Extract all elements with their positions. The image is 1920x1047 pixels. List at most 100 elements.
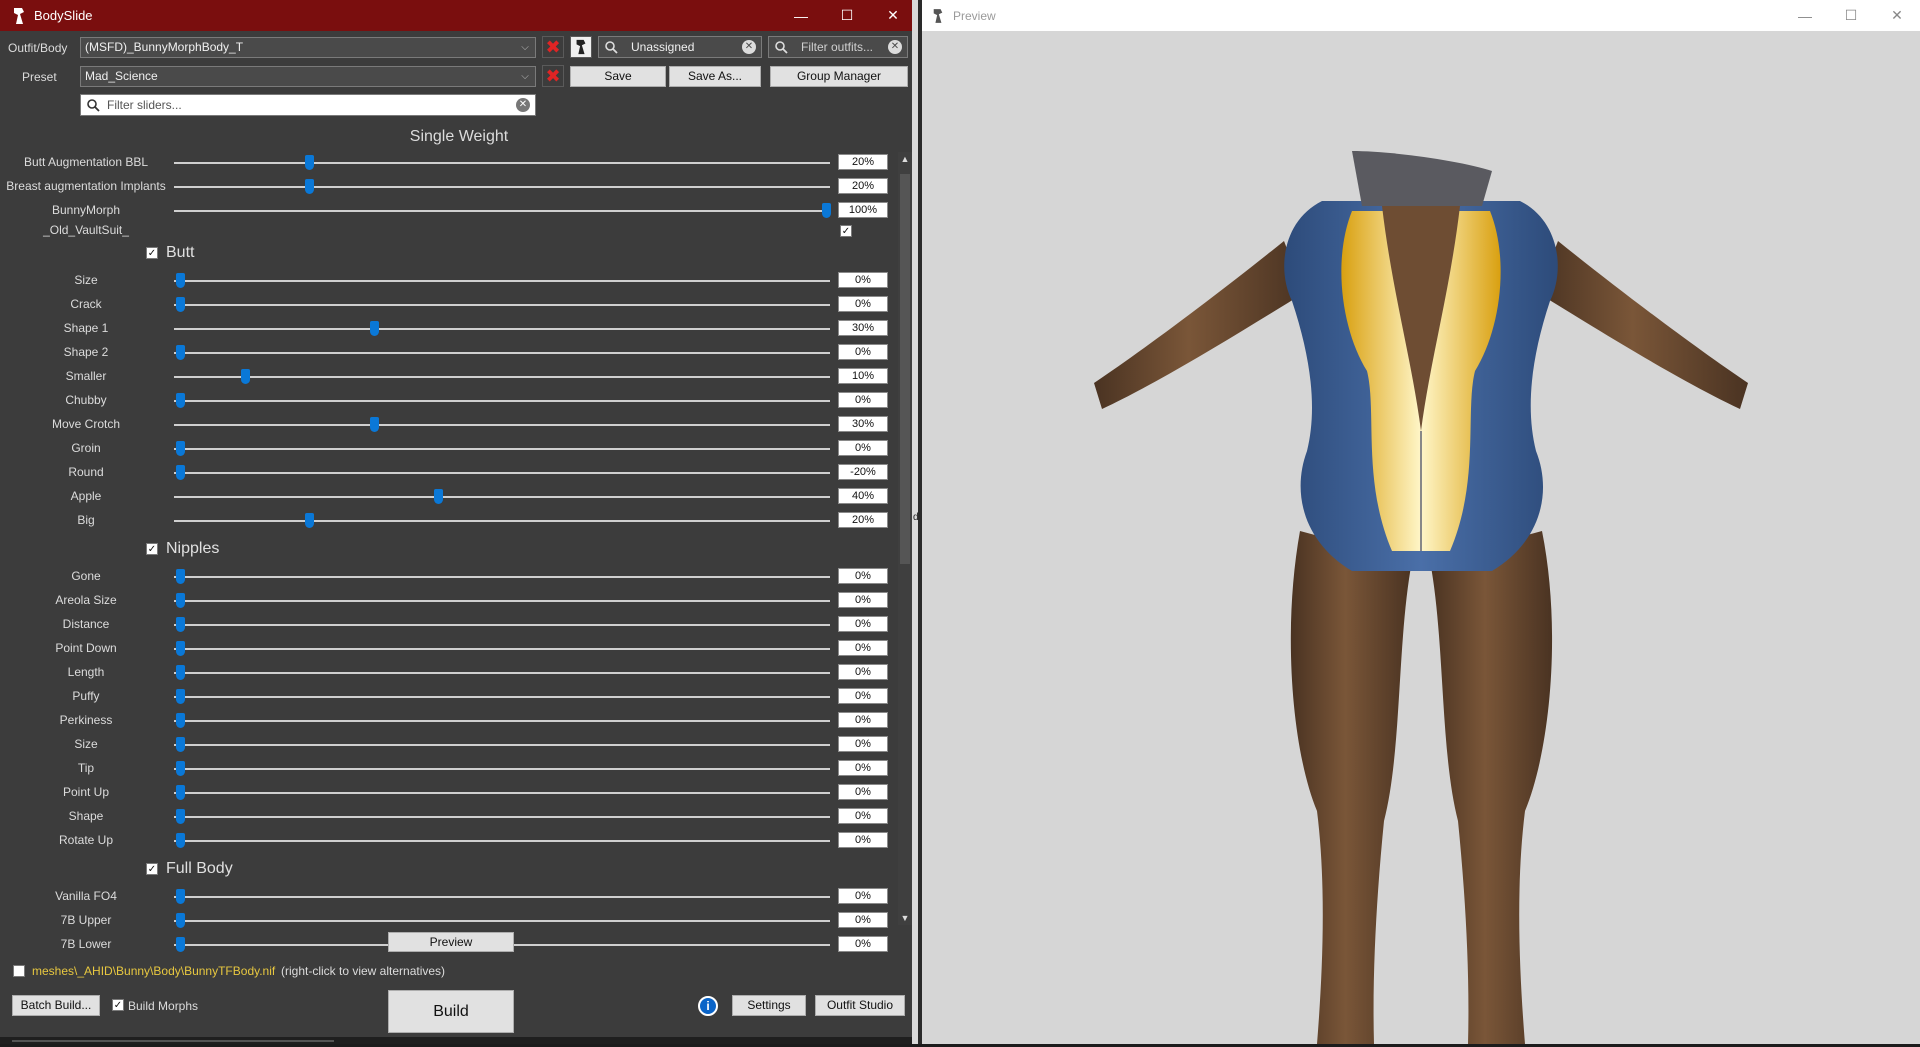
maximize-icon[interactable]: ☐ bbox=[824, 0, 870, 31]
preview-titlebar[interactable]: Preview — ☐ ✕ bbox=[922, 0, 1920, 31]
slider-scrollbar[interactable]: ▲ ▼ bbox=[898, 152, 912, 925]
group-checkbox[interactable]: ✓ bbox=[146, 543, 158, 555]
slider-track[interactable] bbox=[174, 761, 830, 776]
group-filter-box[interactable]: Unassigned ✕ bbox=[598, 36, 762, 58]
slider-thumb[interactable] bbox=[305, 513, 315, 528]
clear-icon[interactable]: ✕ bbox=[888, 40, 902, 54]
slider-thumb[interactable] bbox=[176, 393, 185, 408]
preset-select[interactable]: Mad_Science ⌵ bbox=[80, 66, 536, 87]
slider-thumb[interactable] bbox=[176, 465, 185, 480]
slider-value-field[interactable]: 0% bbox=[838, 888, 888, 904]
output-path-checkbox[interactable] bbox=[13, 965, 25, 977]
body-model-render[interactable] bbox=[922, 31, 1920, 1044]
slider-track[interactable] bbox=[174, 913, 830, 928]
slider-value-field[interactable]: 0% bbox=[838, 712, 888, 728]
slider-thumb[interactable] bbox=[240, 369, 250, 384]
slider-track[interactable] bbox=[174, 203, 831, 218]
slider-track[interactable] bbox=[174, 785, 830, 800]
close-icon[interactable]: ✕ bbox=[870, 0, 916, 31]
slider-value-field[interactable]: 100% bbox=[838, 202, 888, 218]
slider-track[interactable] bbox=[174, 369, 830, 384]
slider-thumb[interactable] bbox=[176, 297, 185, 312]
slider-track[interactable] bbox=[174, 513, 830, 528]
group-header[interactable]: Nipples bbox=[166, 540, 219, 558]
slider-value-field[interactable]: 30% bbox=[838, 416, 888, 432]
slider-value-field[interactable]: 0% bbox=[838, 592, 888, 608]
slider-value-field[interactable]: 0% bbox=[838, 296, 888, 312]
slider-value-field[interactable]: 40% bbox=[838, 488, 888, 504]
build-button[interactable]: Build bbox=[388, 990, 514, 1033]
slider-value-field[interactable]: 0% bbox=[838, 568, 888, 584]
slider-track[interactable] bbox=[174, 345, 830, 360]
slider-thumb[interactable] bbox=[176, 441, 185, 456]
slider-thumb[interactable] bbox=[176, 913, 185, 928]
slider-thumb[interactable] bbox=[176, 785, 185, 800]
minimize-icon[interactable]: — bbox=[1782, 0, 1828, 31]
preview-viewport[interactable] bbox=[922, 31, 1920, 1044]
slider-thumb[interactable] bbox=[369, 417, 379, 432]
slider-track[interactable] bbox=[174, 273, 830, 288]
slider-thumb[interactable] bbox=[176, 937, 185, 952]
slider-track[interactable] bbox=[174, 641, 830, 656]
slider-value-field[interactable]: 30% bbox=[838, 320, 888, 336]
scroll-down-icon[interactable]: ▼ bbox=[898, 911, 912, 925]
slider-value-field[interactable]: -20% bbox=[838, 464, 888, 480]
slider-track[interactable] bbox=[174, 889, 830, 904]
slider-thumb[interactable] bbox=[369, 321, 379, 336]
outfit-filter-box[interactable]: Filter outfits... ✕ bbox=[768, 36, 908, 58]
slider-track[interactable] bbox=[174, 665, 830, 680]
slider-thumb[interactable] bbox=[176, 833, 185, 848]
slider-thumb[interactable] bbox=[176, 617, 185, 632]
slider-thumb[interactable] bbox=[176, 345, 185, 360]
slider-thumb[interactable] bbox=[176, 665, 185, 680]
slider-value-field[interactable]: 0% bbox=[838, 736, 888, 752]
delete-outfit-icon[interactable]: ✖ bbox=[542, 36, 564, 58]
group-header[interactable]: Full Body bbox=[166, 860, 233, 878]
slider-value-field[interactable]: 0% bbox=[838, 272, 888, 288]
delete-preset-icon[interactable]: ✖ bbox=[542, 65, 564, 87]
save-as-button[interactable]: Save As... bbox=[669, 66, 761, 87]
info-icon[interactable]: i bbox=[698, 996, 718, 1016]
slider-value-field[interactable]: 20% bbox=[838, 178, 888, 194]
slider-thumb[interactable] bbox=[176, 889, 185, 904]
slider-thumb[interactable] bbox=[434, 489, 444, 504]
slider-track[interactable] bbox=[174, 393, 830, 408]
save-button[interactable]: Save bbox=[570, 66, 666, 87]
preview-button[interactable]: Preview bbox=[388, 932, 514, 952]
slider-track[interactable] bbox=[174, 465, 830, 480]
batch-build-button[interactable]: Batch Build... bbox=[12, 995, 100, 1016]
slider-track[interactable] bbox=[174, 713, 830, 728]
group-checkbox[interactable]: ✓ bbox=[146, 247, 158, 259]
slider-track[interactable] bbox=[174, 321, 830, 336]
slider-track[interactable] bbox=[174, 417, 830, 432]
group-header[interactable]: Butt bbox=[166, 244, 194, 262]
build-morphs-checkbox[interactable]: ✓ bbox=[112, 999, 124, 1011]
slider-thumb[interactable] bbox=[176, 809, 185, 824]
slider-value-field[interactable]: 0% bbox=[838, 664, 888, 680]
slider-thumb[interactable] bbox=[176, 737, 185, 752]
slider-value-field[interactable]: 0% bbox=[838, 688, 888, 704]
slider-value-field[interactable]: 0% bbox=[838, 808, 888, 824]
scroll-thumb[interactable] bbox=[900, 174, 910, 564]
slider-value-field[interactable]: 10% bbox=[838, 368, 888, 384]
slider-track[interactable] bbox=[174, 593, 830, 608]
slider-thumb[interactable] bbox=[176, 761, 185, 776]
bodyslide-titlebar[interactable]: BodySlide — ☐ ✕ bbox=[0, 0, 916, 31]
slider-thumb[interactable] bbox=[176, 689, 185, 704]
slider-track[interactable] bbox=[174, 809, 830, 824]
settings-button[interactable]: Settings bbox=[732, 995, 806, 1016]
close-icon[interactable]: ✕ bbox=[1874, 0, 1920, 31]
slider-filter-box[interactable]: Filter sliders... ✕ bbox=[80, 94, 536, 116]
output-path[interactable]: meshes\_AHID\Bunny\Body\BunnyTFBody.nif bbox=[32, 964, 275, 978]
minimize-icon[interactable]: — bbox=[778, 0, 824, 31]
clear-icon[interactable]: ✕ bbox=[742, 40, 756, 54]
clear-icon[interactable]: ✕ bbox=[516, 98, 530, 112]
slider-value-field[interactable]: 0% bbox=[838, 936, 888, 952]
slider-value-field[interactable]: 0% bbox=[838, 640, 888, 656]
outfit-studio-button[interactable]: Outfit Studio bbox=[815, 995, 905, 1016]
scroll-up-icon[interactable]: ▲ bbox=[898, 152, 912, 166]
slider-track[interactable] bbox=[174, 297, 830, 312]
slider-value-field[interactable]: 20% bbox=[838, 512, 888, 528]
slider-value-field[interactable]: 0% bbox=[838, 344, 888, 360]
slider-value-field[interactable]: 0% bbox=[838, 784, 888, 800]
